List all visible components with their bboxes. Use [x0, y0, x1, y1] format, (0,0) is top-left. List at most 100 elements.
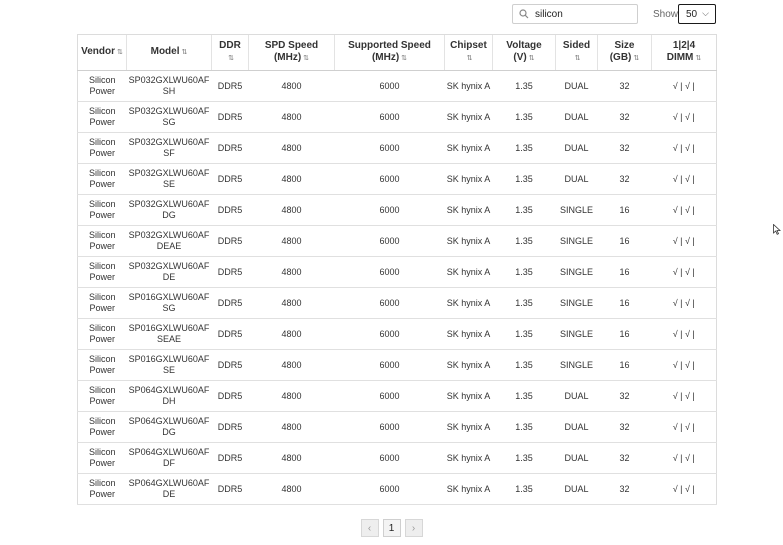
table-cell: 1.35	[492, 194, 556, 226]
table-cell: DDR5	[211, 442, 249, 474]
column-header[interactable]: DDR ⇅	[211, 34, 249, 71]
prev-page-button[interactable]: ‹	[360, 519, 379, 537]
table-cell: 32	[597, 70, 652, 102]
table-cell: SP064GXLWU60AFDF	[126, 442, 212, 474]
table-cell: 32	[597, 101, 652, 133]
column-header-label: Chipset	[450, 40, 487, 51]
table-cell: 6000	[334, 442, 445, 474]
column-header[interactable]: Voltage (V) ⇅	[492, 34, 556, 71]
table-cell: DDR5	[211, 225, 249, 257]
table-cell: 1.35	[492, 70, 556, 102]
table-cell: Silicon Power	[77, 256, 127, 288]
column-header-label: Vendor	[81, 46, 116, 57]
column-header[interactable]: SPD Speed (MHz) ⇅	[248, 34, 335, 71]
table-cell: SP032GXLWU60AFSE	[126, 163, 212, 195]
table-cell: Silicon Power	[77, 473, 127, 505]
table-cell: DUAL	[555, 380, 598, 412]
column-header[interactable]: 1|2|4 DIMM ⇅	[651, 34, 717, 71]
table-cell: 1.35	[492, 132, 556, 164]
chevron-down-icon: ⌵	[702, 8, 709, 18]
show-label: Show:	[653, 9, 681, 20]
table-cell: 16	[597, 318, 652, 350]
column-header[interactable]: Vendor ⇅	[77, 34, 127, 71]
table-cell: √ | √ |	[651, 287, 717, 319]
table-cell: 6000	[334, 411, 445, 443]
table-cell: DDR5	[211, 163, 249, 195]
table-cell: Silicon Power	[77, 411, 127, 443]
column-header-unit: DIMM	[666, 52, 694, 63]
table-cell: Silicon Power	[77, 318, 127, 350]
table-cell: Silicon Power	[77, 132, 127, 164]
table-cell: Silicon Power	[77, 194, 127, 226]
table-cell: SK hynix A	[444, 349, 493, 381]
column-header-label: 1|2|4	[672, 40, 696, 51]
table-cell: √ | √ |	[651, 70, 717, 102]
memory-table: Vendor ⇅ Model ⇅ DDR ⇅ SPD Speed (MHz) ⇅ Supporte…	[77, 34, 717, 505]
sort-icon: ⇅	[574, 55, 581, 62]
table-cell: DUAL	[555, 442, 598, 474]
table-cell: 6000	[334, 349, 445, 381]
table-row: Silicon Power SP032GXLWU60AFSH DDR5 4800 600…	[77, 70, 717, 102]
table-cell: 6000	[334, 256, 445, 288]
table-cell: SINGLE	[555, 225, 598, 257]
table-cell: Silicon Power	[77, 70, 127, 102]
table-cell: SP064GXLWU60AFDE	[126, 473, 212, 505]
table-cell: SP032GXLWU60AFSG	[126, 101, 212, 133]
next-page-button[interactable]: ›	[404, 519, 423, 537]
table-cell: SINGLE	[555, 256, 598, 288]
column-header-label: DDR	[219, 40, 241, 51]
table-cell: 1.35	[492, 101, 556, 133]
column-header[interactable]: Model ⇅	[126, 34, 212, 71]
table-body: Silicon Power SP032GXLWU60AFSH DDR5 4800 600…	[77, 70, 717, 505]
search-input[interactable]	[531, 8, 635, 20]
table-row: Silicon Power SP032GXLWU60AFSF DDR5 4800 600…	[77, 132, 717, 164]
page-1-button[interactable]: 1	[382, 519, 401, 537]
column-header[interactable]: Supported Speed (MHz) ⇅	[334, 34, 445, 71]
sort-icon: ⇅	[401, 55, 408, 62]
mouse-cursor-icon	[773, 224, 781, 235]
table-cell: 6000	[334, 132, 445, 164]
table-cell: 32	[597, 411, 652, 443]
table-cell: DDR5	[211, 411, 249, 443]
column-header[interactable]: Chipset ⇅	[444, 34, 493, 71]
table-cell: DDR5	[211, 194, 249, 226]
column-header-label: Model	[150, 46, 180, 57]
search-box[interactable]	[512, 4, 638, 24]
table-cell: DDR5	[211, 70, 249, 102]
table-cell: DUAL	[555, 473, 598, 505]
table-cell: SP016GXLWU60AFSEAE	[126, 318, 212, 350]
table-cell: 6000	[334, 70, 445, 102]
table-cell: SP032GXLWU60AFDE	[126, 256, 212, 288]
pagination: ‹ 1 ›	[0, 519, 783, 537]
table-cell: √ | √ |	[651, 194, 717, 226]
table-cell: 1.35	[492, 225, 556, 257]
sort-icon: ⇅	[466, 55, 473, 62]
table-cell: DDR5	[211, 318, 249, 350]
sort-icon: ⇅	[633, 55, 640, 62]
column-header[interactable]: Sided ⇅	[555, 34, 598, 71]
column-header-label: Sided	[562, 40, 591, 51]
table-cell: √ | √ |	[651, 101, 717, 133]
column-header-unit: (MHz)	[371, 52, 400, 63]
table-cell: SK hynix A	[444, 442, 493, 474]
table-row: Silicon Power SP016GXLWU60AFSEAE DDR5 4800 6…	[77, 318, 717, 350]
table-cell: DDR5	[211, 101, 249, 133]
table-cell: DDR5	[211, 256, 249, 288]
table-cell: 1.35	[492, 411, 556, 443]
table-cell: 16	[597, 287, 652, 319]
column-header-label: SPD Speed	[264, 40, 319, 51]
table-cell: SK hynix A	[444, 380, 493, 412]
table-cell: 4800	[248, 132, 335, 164]
table-cell: 1.35	[492, 442, 556, 474]
table-cell: 16	[597, 256, 652, 288]
table-cell: SK hynix A	[444, 163, 493, 195]
table-cell: Silicon Power	[77, 287, 127, 319]
column-header[interactable]: Size (GB) ⇅	[597, 34, 652, 71]
sort-icon: ⇅	[181, 49, 188, 56]
page-size-select[interactable]: 50 ⌵	[678, 4, 716, 24]
table-row: Silicon Power SP064GXLWU60AFDG DDR5 4800 600…	[77, 411, 717, 443]
table-cell: √ | √ |	[651, 163, 717, 195]
table-cell: DUAL	[555, 411, 598, 443]
table-cell: SINGLE	[555, 194, 598, 226]
table-cell: SK hynix A	[444, 411, 493, 443]
